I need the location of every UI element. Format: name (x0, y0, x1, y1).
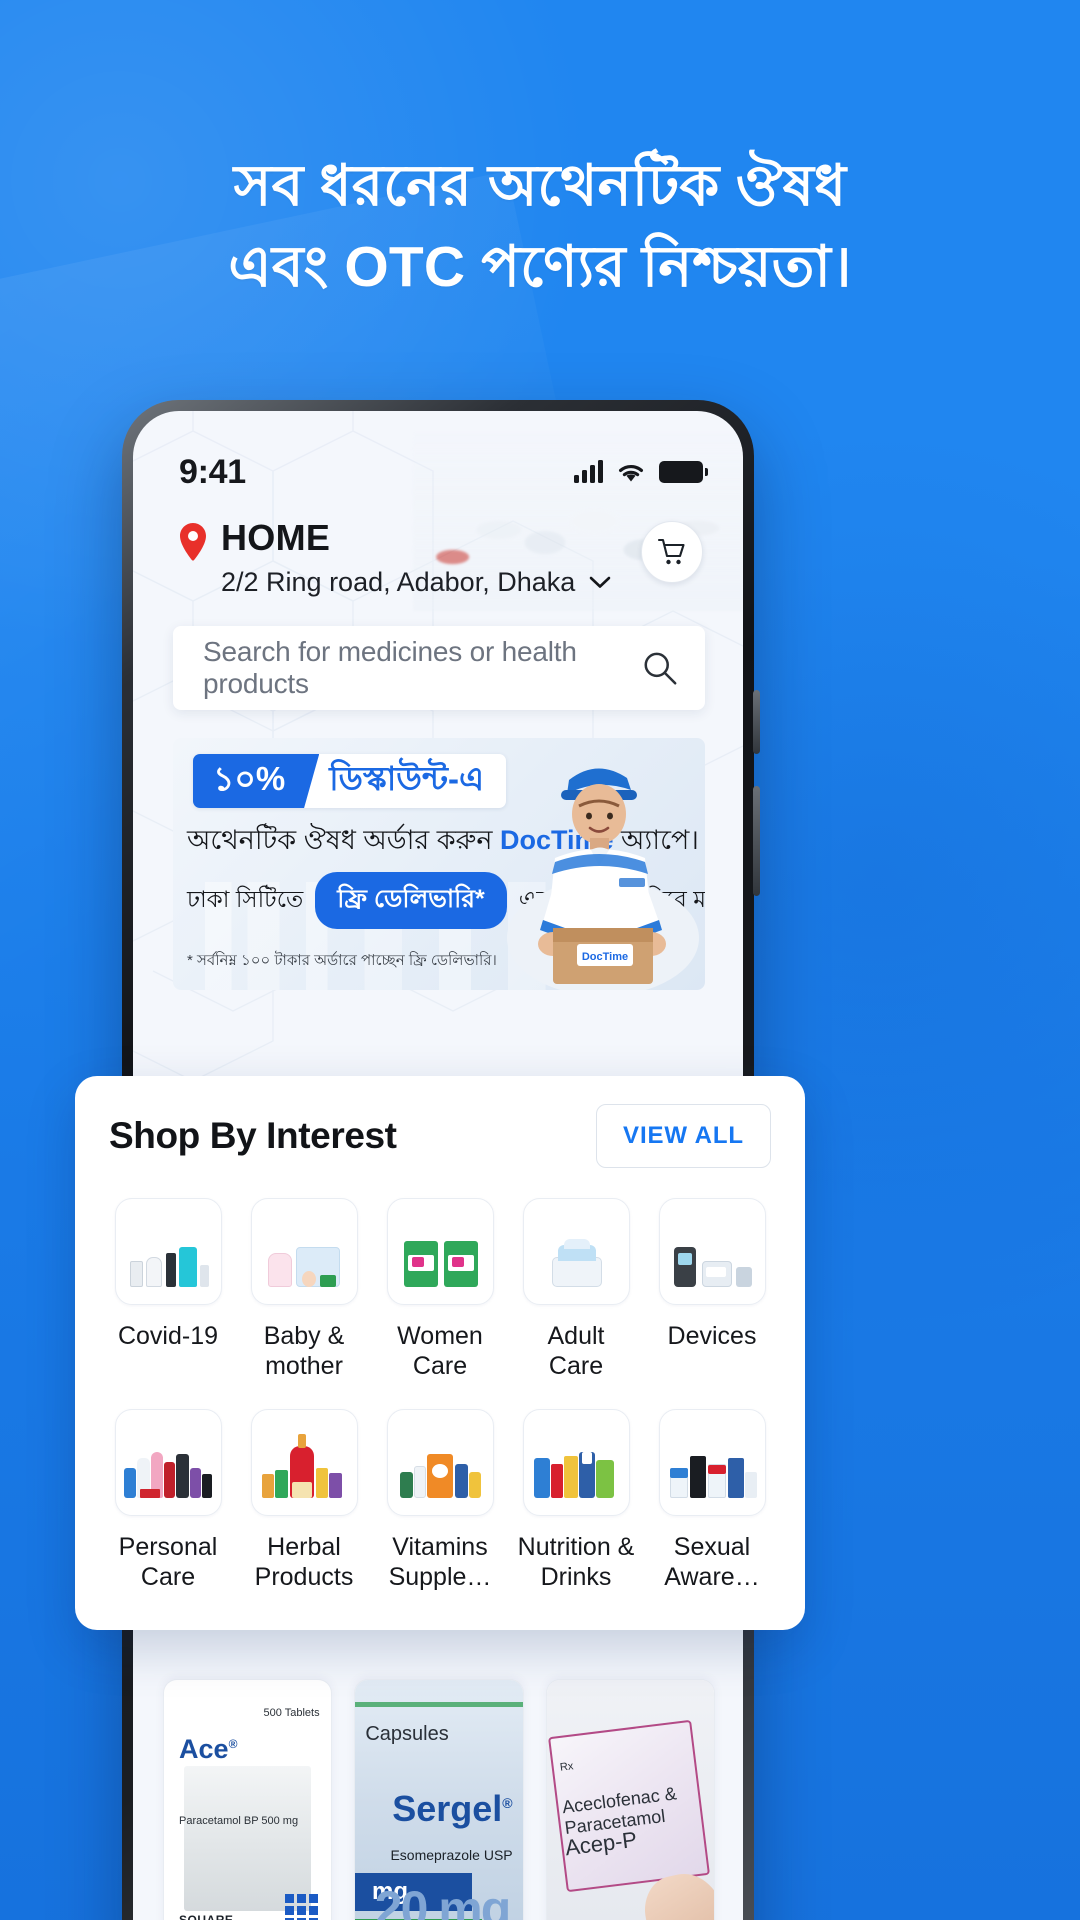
promo-screenshot: সব ধরনের অথেনটিক ঔষধ এবং OTC পণ্যের নিশ্… (0, 0, 1080, 1920)
adult-care-icon (522, 1198, 630, 1305)
discount-label: ডিস্কাউন্ট-এ (329, 760, 485, 797)
category-label: Covid-19 (117, 1322, 219, 1350)
category-item-baby-mother[interactable]: Baby & mother (245, 1198, 363, 1381)
banner-footnote: * সর্বনিম্ন ১০০ টাকার অর্ডারে পাচ্ছেন ফ্… (187, 952, 497, 969)
product-card[interactable]: Capsules mg Sergel® Esomeprazole USP 20 … (354, 1679, 524, 1920)
banner-line2-before: অথেনটিক ঔষধ অর্ডার করুন (187, 825, 500, 855)
product-generic: Esomeprazole USP (390, 1846, 513, 1863)
phone-power-button (753, 786, 760, 896)
discount-badge: ১০% ডিস্কাউন্ট-এ (193, 754, 507, 808)
shop-by-interest-card: Shop By Interest VIEW ALL Covid-19 Baby … (75, 1076, 805, 1630)
category-label: Sexual Aware… (664, 1533, 760, 1591)
baby-care-icon (250, 1198, 358, 1305)
category-label: Devices (667, 1322, 757, 1350)
category-item-devices[interactable]: Devices (653, 1198, 771, 1381)
sexual-awareness-icon (658, 1409, 766, 1516)
promo-banner[interactable]: ১০% ডিস্কাউন্ট-এ অথেনটিক ঔষধ অর্ডার করুন… (173, 738, 705, 990)
product-rx-label: Rx (559, 1759, 575, 1774)
search-icon[interactable] (641, 647, 679, 689)
cart-button[interactable] (641, 521, 703, 583)
chevron-down-icon[interactable] (589, 576, 611, 589)
category-grid: Covid-19 Baby & mother Women Care Adult … (109, 1198, 771, 1592)
cellular-signal-icon (574, 460, 603, 483)
status-bar: 9:41 (133, 411, 743, 507)
headline-line-1: সব ধরনের অথেনটিক ঔষধ (233, 154, 847, 218)
location-header: HOME 2/2 Ring road, Adabor, Dhaka (133, 507, 743, 599)
women-care-icon (386, 1198, 494, 1305)
category-label: Women Care (397, 1322, 483, 1380)
category-item-women-care[interactable]: Women Care (381, 1198, 499, 1381)
nutrition-drinks-icon (522, 1409, 630, 1516)
map-pin-icon (180, 523, 206, 561)
wifi-icon (619, 464, 643, 481)
banner-line3-before: ঢাকা সিটিতে (187, 886, 304, 912)
medical-devices-icon (658, 1198, 766, 1305)
category-item-sexual-awareness[interactable]: Sexual Aware… (653, 1409, 771, 1592)
location-label: HOME (221, 517, 331, 558)
covid-supplies-icon (114, 1198, 222, 1305)
search-input-placeholder: Search for medicines or health products (203, 636, 577, 699)
product-partial-top: Capsules (365, 1723, 449, 1746)
herbal-products-icon (250, 1409, 358, 1516)
category-item-nutrition-drinks[interactable]: Nutrition & Drinks (517, 1409, 635, 1592)
discount-percent: ১০% (193, 754, 320, 808)
category-label: Herbal Products (254, 1533, 354, 1591)
product-blister-icon (284, 1894, 318, 1920)
category-item-adult-care[interactable]: Adult Care (517, 1198, 635, 1381)
category-label: Baby & mother (263, 1322, 345, 1380)
category-label: Nutrition & Drinks (517, 1533, 635, 1591)
product-card[interactable]: Ace® 500 Tablets Paracetamol BP 500 mg S… (163, 1679, 333, 1920)
category-label: Personal Care (118, 1533, 218, 1591)
product-name: Ace® (179, 1733, 238, 1764)
product-generic: Paracetamol BP 500 mg (179, 1814, 299, 1827)
search-bar[interactable]: Search for medicines or health products (173, 626, 705, 710)
vitamins-supplements-icon (386, 1409, 494, 1516)
promo-headline: সব ধরনের অথেনটিক ঔষধ এবং OTC পণ্যের নিশ্… (0, 146, 1080, 308)
product-card-row: Ace® 500 Tablets Paracetamol BP 500 mg S… (133, 1679, 743, 1920)
personal-care-icon (114, 1409, 222, 1516)
category-label: Adult Care (547, 1322, 605, 1380)
delivery-man-image: DocTime (507, 768, 699, 990)
shopping-cart-icon (657, 538, 685, 565)
section-title: Shop By Interest (109, 1115, 397, 1156)
category-item-vitamins-supplements[interactable]: Vitamins Supple… (381, 1409, 499, 1592)
product-count: 500 Tablets (263, 1706, 320, 1719)
category-item-personal-care[interactable]: Personal Care (109, 1409, 227, 1592)
package-brand-label: DocTime (582, 951, 628, 963)
category-label: Vitamins Supple… (388, 1533, 492, 1591)
shop-by-interest-header: Shop By Interest VIEW ALL (109, 1104, 771, 1168)
product-name: Sergel® (392, 1787, 513, 1829)
status-time: 9:41 (179, 452, 246, 491)
battery-icon (659, 461, 708, 483)
category-item-herbal-products[interactable]: Herbal Products (245, 1409, 363, 1592)
free-delivery-badge: ফ্রি ডেলিভারি* (315, 872, 507, 929)
product-maker: SQUARE (179, 1913, 233, 1920)
category-item-covid-19[interactable]: Covid-19 (109, 1198, 227, 1381)
headline-line-2: এবং OTC পণ্যের নিশ্চয়তা। (228, 235, 852, 299)
phone-volume-button (753, 690, 760, 754)
location-address: 2/2 Ring road, Adabor, Dhaka (221, 567, 576, 597)
view-all-button[interactable]: VIEW ALL (596, 1104, 771, 1168)
product-card[interactable]: Rx Aceclofenac & Paracetamol Acep-P (545, 1679, 715, 1920)
product-strength: 20 mg (374, 1881, 512, 1920)
